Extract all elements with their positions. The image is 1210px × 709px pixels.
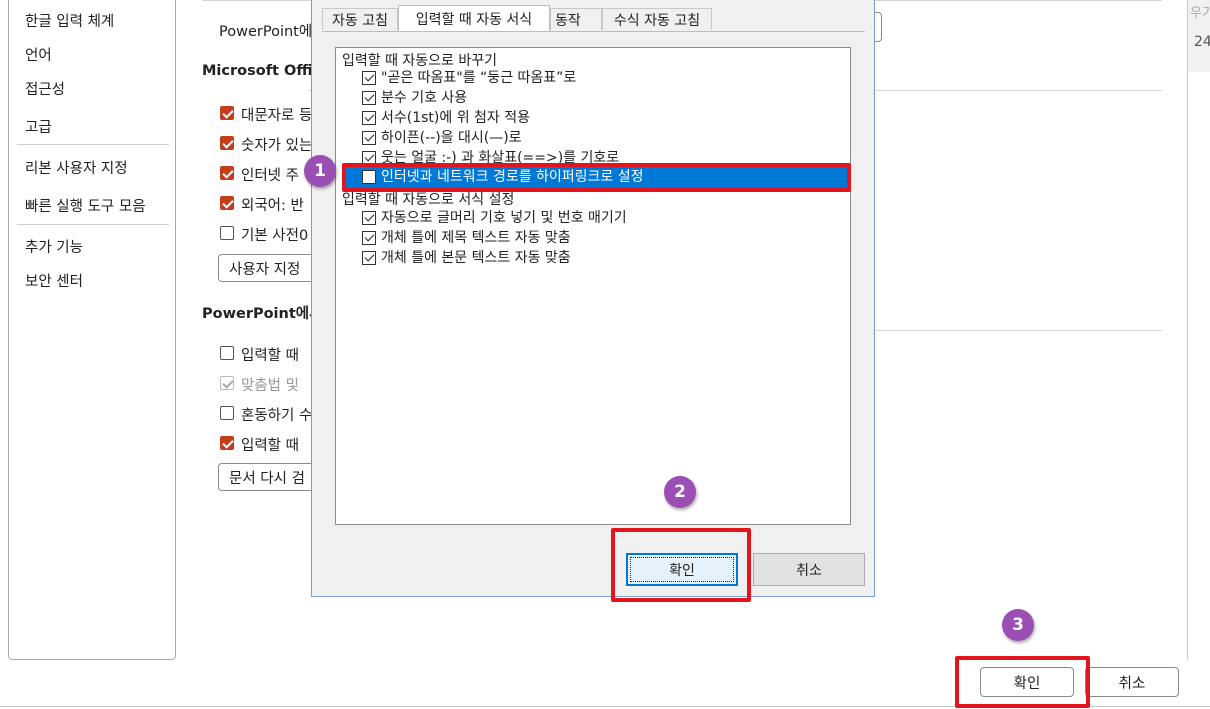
list-item-label: "곧은 따옴표"를 “둥근 따옴표”로 [381,70,577,86]
autoformat-options-list: 입력할 때 자동으로 바꾸기 "곧은 따옴표"를 “둥근 따옴표”로 분수 기호… [335,47,851,525]
option-label: 혼동하기 수 [241,408,313,424]
dialog-cancel-button[interactable]: 취소 [753,553,865,586]
step-marker-3: 3 [1002,609,1034,641]
nav-item-trust-center[interactable]: 보안 센터 [25,270,83,291]
window-edge [1187,0,1188,660]
option-label: 맞춤법 및 [241,378,299,394]
checkbox[interactable] [362,211,376,225]
list-item-label: 개체 틀에 제목 텍스트 자동 맞춤 [381,230,571,246]
options-cancel-button[interactable]: 취소 [1085,667,1179,697]
group-title-replace-as-you-type: 입력할 때 자동으로 바꾸기 [342,53,498,69]
nav-item-quick-access-toolbar[interactable]: 빠른 실행 도구 모음 [25,195,146,216]
option-label: 숫자가 있는 [241,138,313,154]
group-title-format-as-you-type: 입력할 때 자동으로 서식 설정 [342,192,515,208]
checkbox[interactable] [362,111,376,125]
section-title-powerpoint-spelling: PowerPoint에서 [202,306,323,322]
option-checkbox[interactable] [220,436,234,450]
background-label: 우기 [1190,6,1210,21]
tab-actions[interactable]: 동작 [550,8,602,30]
option-label: 입력할 때 [241,348,299,364]
nav-item-accessibility[interactable]: 접근성 [25,78,65,99]
options-nav-panel: 한글 입력 체계 언어 접근성 고급 리본 사용자 지정 빠른 실행 도구 모음… [8,0,176,660]
option-label: 인터넷 주 [241,168,299,184]
option-label: 대문자로 등 [241,108,313,124]
option-label: 기본 사전0 [241,228,309,244]
checkbox[interactable] [362,91,376,105]
option-checkbox[interactable] [220,106,234,120]
powerpoint-label: PowerPoint에 [219,24,313,40]
step-marker-1: 1 [304,155,336,187]
option-checkbox[interactable] [220,136,234,150]
section-title-office-spelling: Microsoft Offic [202,63,322,79]
checkbox[interactable] [362,231,376,245]
nav-item-customize-ribbon[interactable]: 리본 사용자 지정 [25,157,128,178]
nav-item-language[interactable]: 언어 [25,44,52,65]
tab-autoformat-as-you-type[interactable]: 입력할 때 자동 서식 [398,5,550,31]
option-checkbox[interactable] [220,406,234,420]
option-label: 입력할 때 [241,438,299,454]
option-checkbox[interactable] [220,166,234,180]
autocorrect-dialog: 자동 고침 입력할 때 자동 서식 동작 수식 자동 고침 입력할 때 자동으로… [311,0,875,597]
list-item-label: 자동으로 글머리 기호 넣기 및 번호 매기기 [381,210,627,226]
option-checkbox-disabled [220,376,234,390]
tab-autocorrect[interactable]: 자동 고침 [322,8,398,30]
option-checkbox[interactable] [220,196,234,210]
tab-math-autocorrect[interactable]: 수식 자동 고침 [602,8,712,30]
list-item-label: 분수 기호 사용 [381,90,468,106]
checkbox[interactable] [362,131,376,145]
list-item-label: 개체 틀에 본문 텍스트 자동 맞춤 [381,250,571,266]
nav-item-hangul-input[interactable]: 한글 입력 체계 [25,10,114,31]
option-checkbox[interactable] [220,226,234,240]
nav-divider [17,224,169,225]
tab-panel-border [322,31,865,32]
background-label: 24 [1194,34,1210,50]
nav-item-add-ins[interactable]: 추가 기능 [25,236,83,257]
checkbox[interactable] [362,71,376,85]
highlight-box-step-2 [611,528,751,602]
step-marker-2: 2 [664,476,696,508]
highlight-box-step-1 [342,163,851,192]
option-label: 외국어: 반 [241,198,304,214]
checkbox[interactable] [362,251,376,265]
option-checkbox[interactable] [220,346,234,360]
nav-item-advanced[interactable]: 고급 [25,116,52,137]
nav-divider [17,144,169,145]
list-item-label: 하이픈(--)을 대시(—)로 [381,130,522,146]
list-item-label: 서수(1st)에 위 첨자 적용 [381,110,531,126]
highlight-box-step-3 [955,656,1090,708]
